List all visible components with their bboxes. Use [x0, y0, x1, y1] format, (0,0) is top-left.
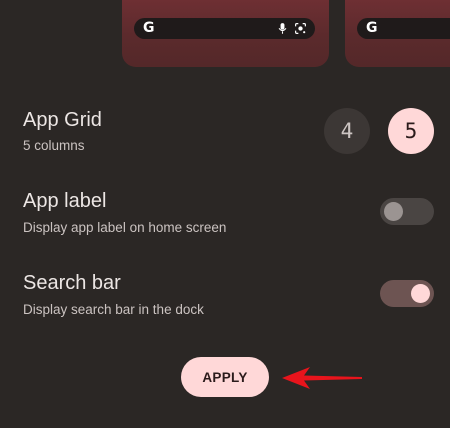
app-label-title: App label	[23, 190, 107, 212]
apply-button[interactable]: APPLY	[181, 357, 269, 397]
grid-settings-screen: G G App Grid 5 columns 4 5 App label Dis…	[0, 0, 450, 428]
mic-icon	[278, 23, 287, 34]
app-grid-subtitle: 5 columns	[23, 138, 85, 153]
google-g-icon: G	[366, 20, 378, 36]
annotation-arrow-icon	[282, 367, 362, 389]
app-grid-title: App Grid	[23, 109, 102, 131]
app-label-subtitle: Display app label on home screen	[23, 220, 227, 235]
preview-search-bar: G	[357, 18, 450, 39]
search-bar-title: Search bar	[23, 272, 121, 294]
lens-icon	[295, 23, 306, 34]
google-g-icon: G	[143, 20, 155, 36]
search-bar-subtitle: Display search bar in the dock	[23, 302, 204, 317]
grid-preview-card[interactable]: G	[345, 0, 450, 67]
grid-option-4-button[interactable]: 4	[324, 108, 370, 154]
search-bar-toggle[interactable]	[380, 280, 434, 307]
app-label-toggle[interactable]	[380, 198, 434, 225]
grid-preview-card[interactable]: G	[122, 0, 329, 67]
toggle-knob	[411, 284, 430, 303]
preview-search-bar: G	[134, 18, 315, 39]
toggle-knob	[384, 202, 403, 221]
grid-option-5-button[interactable]: 5	[388, 108, 434, 154]
